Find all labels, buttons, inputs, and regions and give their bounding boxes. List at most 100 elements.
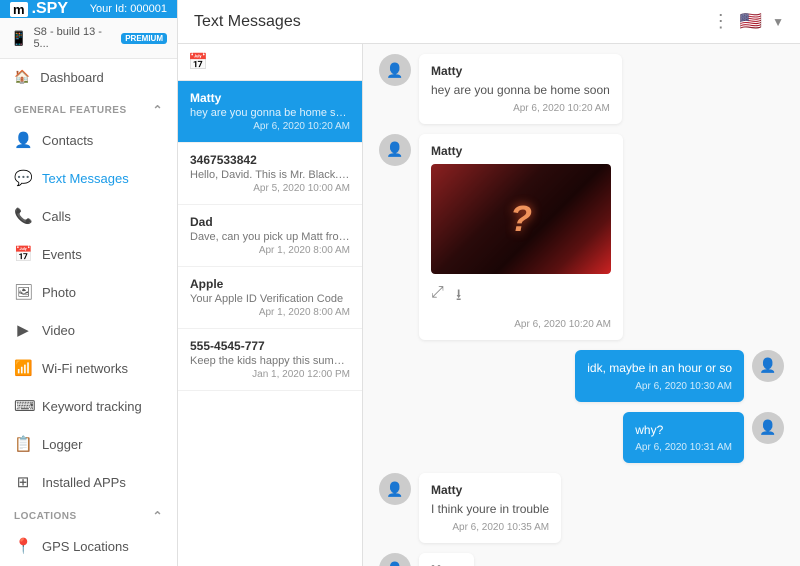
keyboard-icon: ⌨ bbox=[14, 397, 32, 415]
msg-time-sent-1: Apr 6, 2020 10:31 AM bbox=[635, 442, 732, 453]
conversation-item-3[interactable]: Apple Your Apple ID Verification Code Ap… bbox=[178, 267, 362, 329]
sidebar-item-installed-apps[interactable]: ⊞ Installed APPs bbox=[0, 463, 177, 501]
conv-preview-2: Dave, can you pick up Matt from schoo... bbox=[190, 231, 350, 243]
message-card-2: Matty I think youre in trouble Apr 6, 20… bbox=[419, 473, 561, 543]
conv-preview-0: hey are you gonna be home soon bbox=[190, 107, 350, 119]
message-row-4: 👤 Matty I think youre in trouble Apr 6, … bbox=[379, 473, 784, 543]
logger-label: Logger bbox=[42, 437, 82, 452]
download-icon[interactable]: ⭳ bbox=[456, 284, 462, 311]
phone-icon: 📱 bbox=[10, 30, 27, 47]
flag-dropdown-arrow[interactable]: ▼ bbox=[772, 15, 784, 29]
calls-label: Calls bbox=[42, 209, 71, 224]
message-card-3: Matty bbox=[419, 553, 474, 566]
chevron-up-icon-2: ⌃ bbox=[152, 509, 163, 523]
wifi-label: Wi-Fi networks bbox=[42, 361, 128, 376]
sidebar-item-keyword[interactable]: ⌨ Keyword tracking bbox=[0, 387, 177, 425]
conv-time-1: Apr 5, 2020 10:00 AM bbox=[190, 183, 350, 194]
video-label: Video bbox=[42, 323, 75, 338]
message-card-0: Matty hey are you gonna be home soon Apr… bbox=[419, 54, 622, 124]
locations-section: LOCATIONS ⌃ bbox=[0, 501, 177, 527]
expand-icon[interactable]: ⤢ bbox=[431, 284, 444, 311]
conv-preview-1: Hello, David. This is Mr. Black. I've no… bbox=[190, 169, 350, 181]
video-icon: ▶ bbox=[14, 321, 32, 339]
message-row-5: 👤 Matty bbox=[379, 553, 784, 566]
conv-name-3: Apple bbox=[190, 277, 350, 291]
msg-time-sent-0: Apr 6, 2020 10:30 AM bbox=[587, 381, 732, 392]
message-row-3: 👤 why? Apr 6, 2020 10:31 AM bbox=[379, 412, 784, 464]
conv-name-0: Matty bbox=[190, 91, 350, 105]
wifi-icon: 📶 bbox=[14, 359, 32, 377]
msg-text-sent-0: idk, maybe in an hour or so bbox=[587, 360, 732, 377]
conv-time-0: Apr 6, 2020 10:20 AM bbox=[190, 121, 350, 132]
conv-time-2: Apr 1, 2020 8:00 AM bbox=[190, 245, 350, 256]
msg-text-sent-1: why? bbox=[635, 422, 732, 439]
device-row: 📱 S8 - build 13 - 5... PREMIUM bbox=[0, 18, 177, 59]
conversation-item-2[interactable]: Dad Dave, can you pick up Matt from scho… bbox=[178, 205, 362, 267]
conversation-item-1[interactable]: 3467533842 Hello, David. This is Mr. Bla… bbox=[178, 143, 362, 205]
message-detail: 👤 Matty hey are you gonna be home soon A… bbox=[363, 44, 800, 566]
conversation-item-0[interactable]: Matty hey are you gonna be home soon Apr… bbox=[178, 81, 362, 143]
sidebar-item-video[interactable]: ▶ Video bbox=[0, 311, 177, 349]
main-area: Text Messages ⋮ 🇺🇸 ▼ 📅 Matty hey are you… bbox=[178, 0, 800, 566]
conv-name-1: 3467533842 bbox=[190, 153, 350, 167]
photo-icon: 🖼 bbox=[14, 283, 32, 301]
msg-time-2: Apr 6, 2020 10:35 AM bbox=[431, 522, 549, 533]
question-mark-decoration: ? bbox=[510, 198, 532, 240]
general-features-section: GENERAL FEATURES ⌃ bbox=[0, 95, 177, 121]
conv-time-3: Apr 1, 2020 8:00 AM bbox=[190, 307, 350, 318]
general-features-label: GENERAL FEATURES bbox=[14, 105, 127, 116]
conv-preview-4: Keep the kids happy this summer with ... bbox=[190, 355, 350, 367]
msg-time-1: Apr 6, 2020 10:20 AM bbox=[431, 319, 611, 330]
calls-icon: 📞 bbox=[14, 207, 32, 225]
photo-label: Photo bbox=[42, 285, 76, 300]
installed-apps-label: Installed APPs bbox=[42, 475, 126, 490]
msg-sender-2: Matty bbox=[431, 483, 549, 497]
message-card-1: Matty ? ⤢ ⭳ Apr 6, 2020 10:20 AM bbox=[419, 134, 623, 340]
user-id: Your Id: 000001 bbox=[90, 3, 167, 15]
premium-badge: PREMIUM bbox=[121, 33, 167, 44]
conv-name-4: 555-4545-777 bbox=[190, 339, 350, 353]
content-area: 📅 Matty hey are you gonna be home soon A… bbox=[178, 44, 800, 566]
page-title: Text Messages bbox=[194, 13, 301, 31]
device-label: S8 - build 13 - 5... bbox=[33, 26, 115, 50]
message-card-sent-0: idk, maybe in an hour or so Apr 6, 2020 … bbox=[575, 350, 744, 402]
conversation-item-4[interactable]: 555-4545-777 Keep the kids happy this su… bbox=[178, 329, 362, 391]
message-card-sent-1: why? Apr 6, 2020 10:31 AM bbox=[623, 412, 744, 464]
sidebar-item-contacts[interactable]: 👤 Contacts bbox=[0, 121, 177, 159]
msg-text-0: hey are you gonna be home soon bbox=[431, 82, 610, 99]
avatar-1: 👤 bbox=[379, 134, 411, 166]
sidebar-item-wifi[interactable]: 📶 Wi-Fi networks bbox=[0, 349, 177, 387]
calendar-row[interactable]: 📅 bbox=[178, 44, 362, 81]
msg-text-2: I think youre in trouble bbox=[431, 501, 549, 518]
sidebar-item-calls[interactable]: 📞 Calls bbox=[0, 197, 177, 235]
sidebar-header: m.SPY Your Id: 000001 bbox=[0, 0, 177, 18]
dashboard-label: Dashboard bbox=[40, 70, 104, 85]
sidebar-item-dashboard[interactable]: 🏠 Dashboard bbox=[0, 59, 177, 95]
sidebar-item-events[interactable]: 📅 Events bbox=[0, 235, 177, 273]
sidebar-item-logger[interactable]: 📋 Logger bbox=[0, 425, 177, 463]
gps-icon: 📍 bbox=[14, 537, 32, 555]
contacts-icon: 👤 bbox=[14, 131, 32, 149]
sidebar-item-photo[interactable]: 🖼 Photo bbox=[0, 273, 177, 311]
more-options-button[interactable]: ⋮ bbox=[712, 11, 730, 32]
chevron-up-icon: ⌃ bbox=[152, 103, 163, 117]
events-icon: 📅 bbox=[14, 245, 32, 263]
avatar-0: 👤 bbox=[379, 54, 411, 86]
avatar-sent-1: 👤 bbox=[752, 412, 784, 444]
sidebar: m.SPY Your Id: 000001 📱 S8 - build 13 - … bbox=[0, 0, 178, 566]
msg-time-0: Apr 6, 2020 10:20 AM bbox=[431, 103, 610, 114]
logo-m: m bbox=[10, 2, 28, 17]
events-label: Events bbox=[42, 247, 82, 262]
contacts-label: Contacts bbox=[42, 133, 93, 148]
conv-preview-3: Your Apple ID Verification Code bbox=[190, 293, 350, 305]
logger-icon: 📋 bbox=[14, 435, 32, 453]
avatar-3: 👤 bbox=[379, 553, 411, 566]
keyword-label: Keyword tracking bbox=[42, 399, 142, 414]
sidebar-item-text-messages[interactable]: 💬 Text Messages bbox=[0, 159, 177, 197]
msg-sender-1: Matty bbox=[431, 144, 611, 158]
gps-label: GPS Locations bbox=[42, 539, 129, 554]
message-row-1: 👤 Matty ? ⤢ ⭳ Apr 6, 2020 10:20 AM bbox=[379, 134, 784, 340]
flag-icon: 🇺🇸 bbox=[740, 11, 762, 32]
sidebar-item-gps[interactable]: 📍 GPS Locations bbox=[0, 527, 177, 565]
conv-name-2: Dad bbox=[190, 215, 350, 229]
